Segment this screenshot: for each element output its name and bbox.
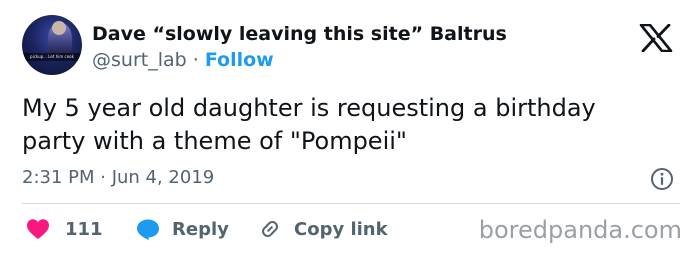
avatar[interactable]: pickup... Let him cook (22, 15, 82, 75)
avatar-caption: pickup... Let him cook (30, 54, 74, 59)
watermark: boredpanda.com (478, 216, 682, 244)
author-handle[interactable]: @surt_lab (92, 49, 187, 71)
like-button[interactable]: 111 (26, 216, 103, 242)
info-icon[interactable] (650, 167, 674, 191)
author-display-name[interactable]: Dave “slowly leaving this site” Baltrus (92, 22, 507, 46)
reply-label: Reply (172, 218, 229, 240)
tweet-text: My 5 year old daughter is requesting a b… (22, 94, 596, 155)
like-count: 111 (65, 218, 103, 240)
handle-separator: · (192, 49, 199, 71)
follow-button[interactable]: Follow (205, 49, 274, 71)
link-icon (262, 220, 278, 238)
reply-button[interactable]: Reply (136, 216, 229, 242)
copy-link-button[interactable]: Copy link (258, 216, 388, 242)
copy-link-label: Copy link (294, 218, 388, 240)
author-handle-row: @surt_lab · Follow (92, 48, 274, 72)
x-logo-icon[interactable] (639, 24, 673, 52)
avatar-figure-head (52, 21, 66, 35)
tweet-timestamp[interactable]: 2:31 PM · Jun 4, 2019 (22, 166, 214, 190)
divider (22, 203, 680, 204)
speech-bubble-icon (137, 219, 159, 240)
heart-icon (27, 219, 49, 239)
